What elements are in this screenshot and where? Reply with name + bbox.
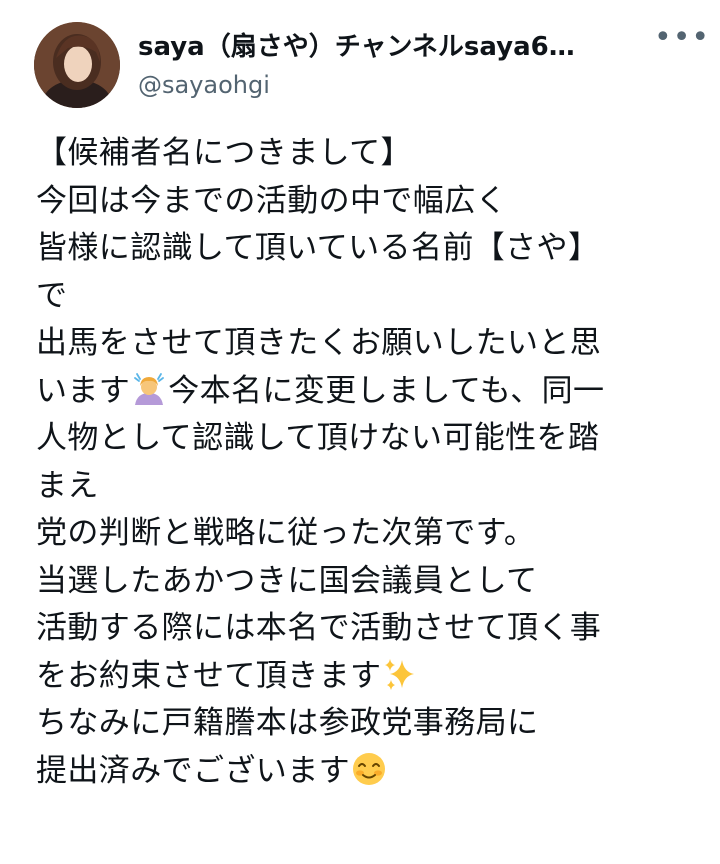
tweet-line: 【候補者名につきまして】: [36, 135, 412, 171]
tweet-header: saya（扇さや）チャンネルsaya6… @sayaohgi •••: [34, 22, 709, 112]
sparkles-icon: [382, 656, 418, 692]
more-icon[interactable]: •••: [654, 23, 709, 58]
tweet-line-segment: 提出済みでございます: [36, 752, 350, 789]
tweet-text: 【候補者名につきまして】 今回は今までの活動の中で幅広く 皆様に認識して頂いてい…: [36, 130, 690, 795]
tweet-line: 人物として認識して頂けない可能性を踏: [36, 420, 600, 456]
tweet-line-segment: をお約束させて頂きます: [36, 657, 382, 694]
avatar[interactable]: [34, 22, 120, 108]
display-name[interactable]: saya（扇さや）チャンネルsaya6…: [138, 30, 633, 64]
tweet-line: 党の判断と戦略に従った次第です。: [36, 515, 536, 551]
tweet-line: 当選したあかつきに国会議員として: [36, 562, 538, 599]
tweet-line: 皆様に認識して頂いている名前【さや】: [36, 230, 600, 266]
tweet-line: 活動する際には本名で活動させて頂く事: [36, 610, 602, 646]
tweet-line-segment: 今本名に変更しましても、同一: [168, 372, 605, 409]
person-gesturing-ok-icon: [131, 371, 167, 407]
tweet-line: ちなみに戸籍謄本は参政党事務局に: [36, 705, 539, 741]
tweet-line-with-emoji: をお約束させて頂きます: [36, 653, 690, 701]
tweet-line: で: [36, 277, 68, 314]
tweet: saya（扇さや）チャンネルsaya6… @sayaohgi ••• 【候補者名…: [0, 0, 720, 864]
tweet-line: 出馬をさせて頂きたくお願いしたいと思: [36, 325, 602, 361]
tweet-line-segment: います: [36, 372, 131, 409]
author-names: saya（扇さや）チャンネルsaya6… @sayaohgi: [138, 30, 700, 102]
tweet-line-with-emoji: います 今本名に変更しましても、同一: [36, 368, 690, 416]
tweet-line-with-emoji: 提出済みでございます: [36, 748, 690, 796]
tweet-line: 今回は今までの活動の中で幅広く: [36, 182, 507, 219]
avatar-image: [34, 22, 120, 108]
tweet-line: まえ: [36, 467, 99, 504]
smiling-face-icon: [351, 751, 387, 787]
handle[interactable]: @sayaohgi: [138, 68, 700, 102]
